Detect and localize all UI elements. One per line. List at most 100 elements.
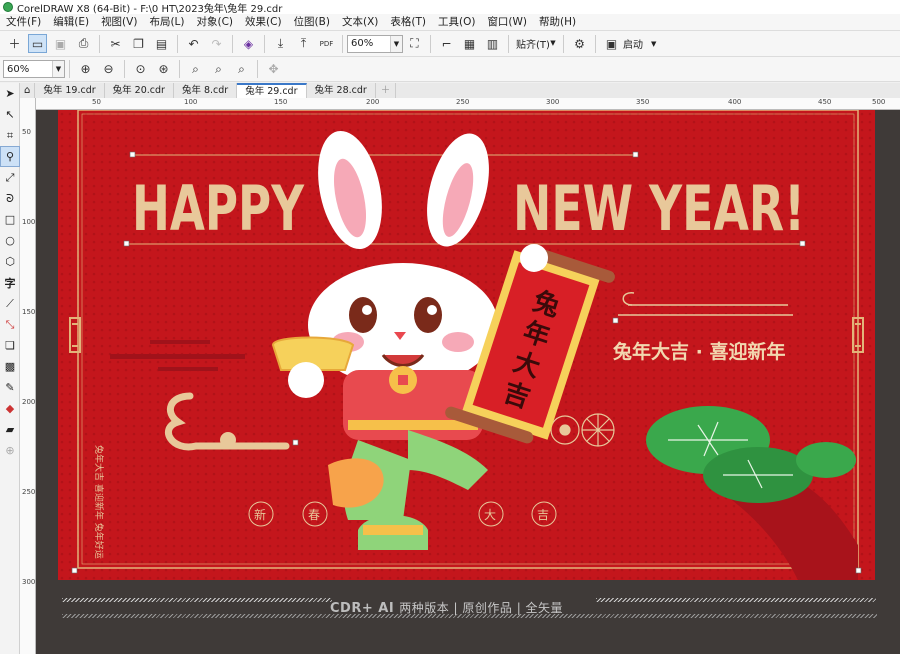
connector-tool-icon[interactable]: ⤡ xyxy=(0,314,20,335)
transparency-icon[interactable]: ▩ xyxy=(0,356,20,377)
separator xyxy=(595,34,596,53)
ruler-tick: 250 xyxy=(22,488,36,496)
zoom-to-selected-icon[interactable]: ⊙ xyxy=(131,60,150,79)
undo-icon[interactable]: ↶ xyxy=(184,34,203,53)
separator xyxy=(124,60,125,78)
tab-document[interactable]: 兔年 20.cdr xyxy=(105,83,174,98)
tab-document[interactable]: 兔年 8.cdr xyxy=(174,83,238,98)
import-icon[interactable]: ⤓ xyxy=(271,34,290,53)
export-icon[interactable]: ⤒ xyxy=(294,34,313,53)
menu-bitmaps[interactable]: 位图(B) xyxy=(288,14,336,31)
drop-shadow-icon[interactable]: ❏ xyxy=(0,335,20,356)
zoom-to-page-icon[interactable]: ⌕ xyxy=(186,60,205,79)
hatch-decoration xyxy=(596,598,876,602)
application-launcher-icon[interactable]: ▣ xyxy=(602,34,621,53)
ruler-tick: 400 xyxy=(728,98,742,106)
property-zoom-combo[interactable]: 60% ▼ xyxy=(3,60,65,78)
menu-table[interactable]: 表格(T) xyxy=(384,14,432,31)
badge-ji: 吉 xyxy=(537,508,549,522)
coreldraw-window: CorelDRAW X8 (64-Bit) - F:\0 HT\2023兔年\兔… xyxy=(0,0,900,654)
ruler-tick: 250 xyxy=(456,98,470,106)
ruler-tick: 500 xyxy=(872,98,886,106)
cut-icon[interactable]: ✂ xyxy=(106,34,125,53)
publish-pdf-icon[interactable]: PDF xyxy=(317,34,336,53)
new-year-poster: HAPPY NEW YEAR! 兔年大吉 · 喜迎新年 新 春 大 吉 兔年大吉… xyxy=(58,109,875,580)
crop-tool-icon[interactable]: ⌗ xyxy=(0,125,20,146)
zoom-to-page-height-icon[interactable]: ⌕ xyxy=(232,60,251,79)
text-tool-icon[interactable]: 字 xyxy=(0,272,20,293)
eyedropper-icon[interactable]: ✎ xyxy=(0,377,20,398)
tab-document[interactable]: 兔年 28.cdr xyxy=(307,83,376,98)
polygon-tool-icon[interactable]: ⬡ xyxy=(0,251,20,272)
ellipse-tool-icon[interactable]: ○ xyxy=(0,230,20,251)
pan-tool-icon[interactable]: ✥ xyxy=(264,60,283,79)
horizontal-ruler[interactable]: 50 100 150 200 250 300 350 400 450 500 xyxy=(36,98,900,110)
new-tab-plus-icon[interactable]: ＋ xyxy=(376,83,397,98)
zoom-out-icon[interactable]: ⊖ xyxy=(99,60,118,79)
options-gear-icon[interactable]: ⚙ xyxy=(570,34,589,53)
menu-edit[interactable]: 编辑(E) xyxy=(47,14,95,31)
separator xyxy=(179,60,180,78)
toolbox: ➤ ↖ ⌗ ⚲ ⤢ ᘐ □ ○ ⬡ 字 ⟋ ⤡ ❏ ▩ ✎ ◆ ▰ ⊕ xyxy=(0,83,20,654)
zoom-in-icon[interactable]: ⊕ xyxy=(76,60,95,79)
zoom-level-combo[interactable]: 60% ▼ xyxy=(347,34,403,53)
menu-view[interactable]: 视图(V) xyxy=(95,14,143,31)
zoom-tool-icon[interactable]: ⚲ xyxy=(0,146,20,167)
menu-layout[interactable]: 布局(L) xyxy=(143,14,190,31)
design-page[interactable]: HAPPY NEW YEAR! 兔年大吉 · 喜迎新年 新 春 大 吉 兔年大吉… xyxy=(58,109,875,580)
menu-file[interactable]: 文件(F) xyxy=(0,14,47,31)
show-grid-icon[interactable]: ▦ xyxy=(460,34,479,53)
chevron-down-icon[interactable]: ▼ xyxy=(390,35,402,52)
menu-object[interactable]: 对象(C) xyxy=(191,14,240,31)
title-bar: CorelDRAW X8 (64-Bit) - F:\0 HT\2023兔年\兔… xyxy=(0,0,900,15)
chevron-down-icon[interactable]: ▼ xyxy=(651,40,656,48)
window-title: CorelDRAW X8 (64-Bit) - F:\0 HT\2023兔年\兔… xyxy=(17,3,283,15)
launch-label[interactable]: 启动 xyxy=(623,36,643,51)
separator xyxy=(257,60,258,78)
vertical-ruler[interactable]: 50 100 150 200 250 300 xyxy=(20,98,36,654)
badge-chun: 春 xyxy=(308,508,320,522)
shape-tool-icon[interactable]: ↖ xyxy=(0,104,20,125)
interactive-fill-icon[interactable]: ◆ xyxy=(0,398,20,419)
ruler-tick: 100 xyxy=(184,98,198,106)
footer-info: CDR+ AI 两种版本 | 原创作品 | 全矢量 xyxy=(330,599,563,616)
separator xyxy=(563,34,564,53)
show-guidelines-icon[interactable]: ▥ xyxy=(483,34,502,53)
home-icon[interactable]: ⌂ xyxy=(20,83,36,98)
menu-help[interactable]: 帮助(H) xyxy=(533,14,582,31)
chevron-down-icon[interactable]: ▼ xyxy=(52,61,64,77)
rectangle-tool-icon[interactable]: □ xyxy=(0,209,20,230)
tab-document[interactable]: 兔年 19.cdr xyxy=(35,83,105,98)
open-document-icon[interactable]: ▭ xyxy=(28,34,47,53)
ruler-tick: 50 xyxy=(22,128,31,136)
parallel-dimension-icon[interactable]: ⟋ xyxy=(0,293,20,314)
redo-icon[interactable]: ↷ xyxy=(207,34,226,53)
menu-window[interactable]: 窗口(W) xyxy=(481,14,533,31)
menu-effects[interactable]: 效果(C) xyxy=(239,14,288,31)
copy-icon[interactable]: ❐ xyxy=(129,34,148,53)
snap-to-dropdown[interactable]: 贴齐(T) ▼ xyxy=(513,35,559,53)
freehand-tool-icon[interactable]: ⤢ xyxy=(0,167,20,188)
ruler-tick: 300 xyxy=(546,98,560,106)
chevron-down-icon[interactable]: ▼ xyxy=(547,35,559,51)
separator xyxy=(232,34,233,53)
paste-icon[interactable]: ▤ xyxy=(152,34,171,53)
smart-fill-icon[interactable]: ▰ xyxy=(0,419,20,440)
search-content-icon[interactable]: ◈ xyxy=(239,34,258,53)
add-tool-icon[interactable]: ⊕ xyxy=(0,440,20,461)
show-rulers-icon[interactable]: ⌐ xyxy=(437,34,456,53)
save-icon[interactable]: ▣ xyxy=(51,34,70,53)
artistic-media-icon[interactable]: ᘐ xyxy=(0,188,20,209)
footer-brand: CDR+ AI xyxy=(330,601,395,616)
print-icon[interactable]: ⎙ xyxy=(74,34,93,53)
new-document-icon[interactable]: ＋ xyxy=(5,34,24,53)
pick-tool-icon[interactable]: ➤ xyxy=(0,83,20,104)
zoom-to-all-objects-icon[interactable]: ⊛ xyxy=(154,60,173,79)
separator xyxy=(342,34,343,53)
full-screen-icon[interactable]: ⛶ xyxy=(405,34,424,53)
menu-text[interactable]: 文本(X) xyxy=(336,14,384,31)
zoom-to-page-width-icon[interactable]: ⌕ xyxy=(209,60,228,79)
menu-tools[interactable]: 工具(O) xyxy=(432,14,481,31)
tab-document-active[interactable]: 兔年 29.cdr xyxy=(237,83,307,98)
ruler-tick: 100 xyxy=(22,218,36,226)
